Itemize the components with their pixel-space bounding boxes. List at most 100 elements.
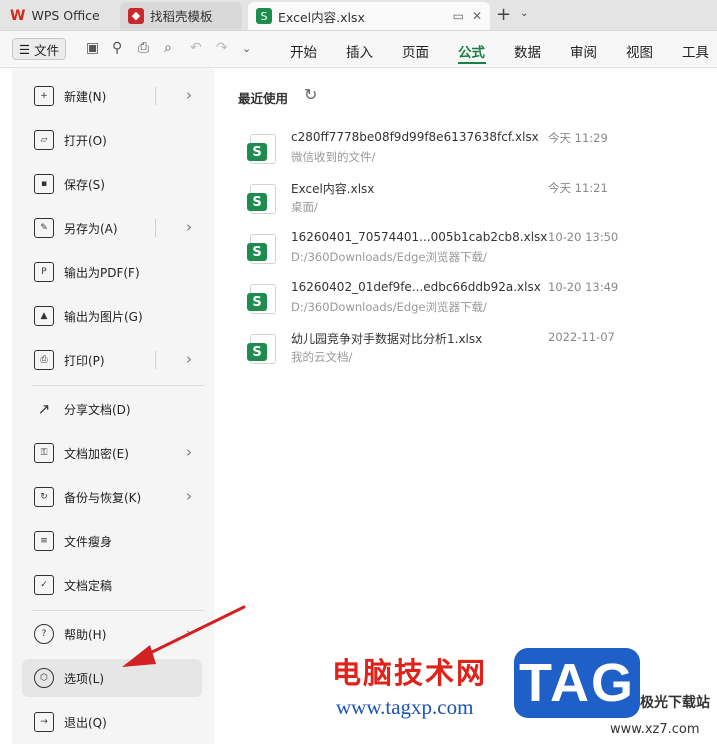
tab-excel-file[interactable]: S Excel内容.xlsx ▭ ✕ <box>248 2 490 30</box>
recent-file-row[interactable]: S Excel内容.xlsx 桌面/ 今天 11:21 <box>247 180 670 224</box>
menu-item-open[interactable]: ▱ 打开(O) <box>22 121 202 159</box>
chevron-right-icon[interactable]: › <box>186 86 192 104</box>
undo-icon[interactable]: ↶ <box>190 40 202 56</box>
new-icon: + <box>34 86 54 106</box>
file-label: 文件 <box>34 42 60 58</box>
exit-icon: → <box>34 712 54 732</box>
ribbon-tab-page[interactable]: 页面 <box>402 41 429 61</box>
file-name: 16260401_70574401...005b1cab2cb8.xlsx <box>291 230 548 244</box>
menu-item-label: 保存(S) <box>64 177 105 192</box>
menu-item-label: 新建(N) <box>64 89 107 104</box>
ribbon-tab-data[interactable]: 数据 <box>514 41 541 61</box>
menu-divider <box>32 610 204 611</box>
ribbon-tab-home[interactable]: 开始 <box>290 41 317 61</box>
active-tab-indicator <box>458 62 486 64</box>
save-as-icon: ✎ <box>34 218 54 238</box>
new-tab-plus-icon[interactable]: + <box>496 4 511 25</box>
file-name: c280ff7778be08f9d99f8e6137638fcf.xlsx <box>291 130 539 144</box>
menu-item-new[interactable]: + 新建(N) › <box>22 77 202 115</box>
ribbon: ☰ 文件 ▣ ⚲ ⎙ ⌕ ↶ ↷ ⌄ 开始 插入 页面 公式 数据 审阅 视图 … <box>0 31 717 68</box>
window-icon[interactable]: ▭ <box>453 9 464 23</box>
tag-logo-badge: TAG <box>514 648 640 718</box>
watermark-site-name: 电脑技术网 <box>332 656 488 690</box>
recent-file-row[interactable]: S c280ff7778be08f9d99f8e6137638fcf.xlsx … <box>247 130 670 174</box>
ribbon-tab-formula[interactable]: 公式 <box>458 41 485 61</box>
ribbon-tab-review[interactable]: 审阅 <box>570 41 597 61</box>
menu-item-save-as[interactable]: ✎ 另存为(A) › <box>22 209 202 247</box>
menu-item-label: 输出为图片(G) <box>64 309 143 324</box>
menu-item-slim[interactable]: ≡ 文件瘦身 <box>22 522 202 560</box>
menu-item-encrypt[interactable]: ⚿ 文档加密(E) › <box>22 434 202 472</box>
tab-docer[interactable]: ◆ 找稻壳模板 <box>120 2 242 29</box>
share-icon: ↗ <box>37 400 51 418</box>
menu-item-label: 备份与恢复(K) <box>64 490 142 505</box>
docer-icon: ◆ <box>128 7 144 24</box>
lock-icon: ⚿ <box>34 443 54 463</box>
menu-separator <box>155 351 156 369</box>
menu-item-label: 打印(P) <box>64 353 105 368</box>
more-chevron-icon[interactable]: ⌄ <box>242 42 251 55</box>
menu-item-label: 文件瘦身 <box>64 534 113 549</box>
chevron-down-icon[interactable]: ⌄ <box>520 8 528 19</box>
redo-icon[interactable]: ↷ <box>216 40 228 56</box>
menu-item-label: 另存为(A) <box>64 221 118 236</box>
menu-item-options[interactable]: ⬡ 选项(L) <box>22 659 202 697</box>
file-time: 10-20 13:50 <box>548 230 619 244</box>
file-path: 我的云文档/ <box>291 350 353 364</box>
menu-item-label: 打开(O) <box>64 133 107 148</box>
file-path: 微信收到的文件/ <box>291 150 376 164</box>
chevron-right-icon[interactable]: › <box>186 487 192 505</box>
sheet-background <box>0 68 12 744</box>
ribbon-tab-tools[interactable]: 工具 <box>682 41 709 61</box>
menu-item-share[interactable]: ↗ 分享文档(D) <box>22 390 202 428</box>
menu-item-save[interactable]: ▪ 保存(S) <box>22 165 202 203</box>
file-path: D:/360Downloads/Edge浏览器下载/ <box>291 250 487 264</box>
file-time: 10-20 13:49 <box>548 280 619 294</box>
xlsx-file-icon: S <box>247 184 276 214</box>
tab-bar: W WPS Office ◆ 找稻壳模板 S Excel内容.xlsx ▭ ✕ … <box>0 0 717 31</box>
pdf-icon: P <box>34 262 54 282</box>
file-path: D:/360Downloads/Edge浏览器下载/ <box>291 300 487 314</box>
menu-item-print[interactable]: ⎙ 打印(P) › <box>22 341 202 379</box>
menu-item-export-image[interactable]: ▲ 输出为图片(G) <box>22 297 202 335</box>
save-quick-icon[interactable]: ▣ <box>86 40 99 56</box>
chevron-right-icon[interactable]: › <box>186 218 192 236</box>
ribbon-tab-insert[interactable]: 插入 <box>346 41 373 61</box>
print-quick-icon[interactable]: ⎙ <box>138 40 149 56</box>
help-icon: ? <box>34 624 54 644</box>
ribbon-tab-view[interactable]: 视图 <box>626 41 653 61</box>
menu-item-help[interactable]: ? 帮助(H) › <box>22 615 202 653</box>
xlsx-file-icon: S <box>247 134 276 164</box>
menu-item-exit[interactable]: → 退出(Q) <box>22 703 202 741</box>
menu-item-label: 文档加密(E) <box>64 446 129 461</box>
menu-item-label: 文档定稿 <box>64 578 113 593</box>
menu-item-backup[interactable]: ↻ 备份与恢复(K) › <box>22 478 202 516</box>
file-path: 桌面/ <box>291 200 318 214</box>
hamburger-icon: ☰ <box>18 41 31 57</box>
cloud-xlsx-file-icon: S <box>247 334 276 364</box>
chevron-right-icon[interactable]: › <box>186 443 192 461</box>
menu-divider <box>32 385 204 386</box>
tab-label: Excel内容.xlsx <box>278 9 365 25</box>
link-icon[interactable]: ⚲ <box>112 40 122 56</box>
recent-file-row[interactable]: S 16260401_70574401...005b1cab2cb8.xlsx … <box>247 230 670 274</box>
xlsx-file-icon: S <box>247 234 276 264</box>
file-time: 今天 11:21 <box>548 181 608 195</box>
recent-file-row[interactable]: S 幼儿园竞争对手数据对比分析1.xlsx 我的云文档/ 2022-11-07 <box>247 330 670 374</box>
file-menu-button[interactable]: ☰ 文件 <box>12 38 66 60</box>
finalize-icon: ✓ <box>34 575 54 595</box>
chevron-right-icon[interactable]: › <box>186 350 192 368</box>
menu-item-finalize[interactable]: ✓ 文档定稿 <box>22 566 202 604</box>
recent-file-row[interactable]: S 16260402_01def9fe...edbc66ddb92a.xlsx … <box>247 280 670 324</box>
close-icon[interactable]: ✕ <box>472 9 482 23</box>
refresh-icon[interactable]: ↻ <box>304 85 317 104</box>
menu-separator <box>155 87 156 105</box>
chevron-right-icon[interactable]: › <box>186 624 192 642</box>
preview-icon[interactable]: ⌕ <box>164 40 172 56</box>
tab-label: WPS Office <box>31 8 100 23</box>
spreadsheet-icon: S <box>256 8 272 24</box>
file-name: Excel内容.xlsx <box>291 182 375 196</box>
folder-icon: ▱ <box>34 130 54 150</box>
menu-item-export-pdf[interactable]: P 输出为PDF(F) <box>22 253 202 291</box>
tab-wps-office[interactable]: W WPS Office <box>2 2 114 29</box>
